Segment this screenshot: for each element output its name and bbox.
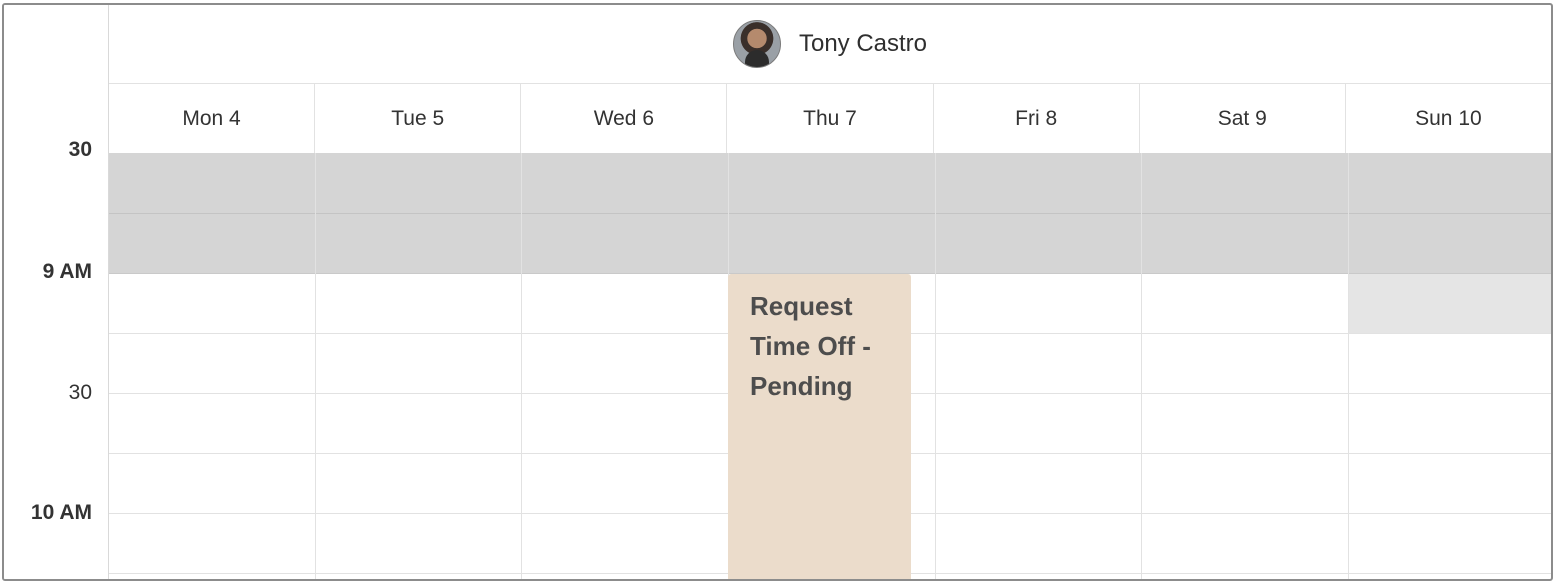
user-header: Tony Castro [109,5,1551,84]
day-column-mon[interactable] [109,153,316,579]
day-column-tue[interactable] [316,153,522,579]
day-column-wed[interactable] [522,153,729,579]
time-gutter: 30 9 AM 30 10 AM [4,5,108,579]
day-header-fri[interactable]: Fri 8 [934,84,1140,153]
schedule-calendar: 30 9 AM 30 10 AM Tony Castro Mon 4 Tue 5… [2,3,1553,581]
user-avatar-icon[interactable] [732,20,781,68]
time-label-930: 30 [68,381,92,404]
day-headers: Mon 4 Tue 5 Wed 6 Thu 7 Fri 8 Sat 9 Sun … [109,84,1551,153]
day-header-sun[interactable]: Sun 10 [1346,84,1551,153]
day-header-tue[interactable]: Tue 5 [315,84,522,153]
day-column-sat[interactable] [1142,153,1349,579]
day-header-sat[interactable]: Sat 9 [1140,84,1346,153]
day-header-mon[interactable]: Mon 4 [109,84,316,153]
time-grid[interactable]: Request Time Off - Pending [109,153,1551,579]
time-label-10am: 10 AM [30,501,92,524]
day-header-thu[interactable]: Thu 7 [727,84,934,153]
time-label-830: 30 [68,138,92,161]
time-off-event[interactable]: Request Time Off - Pending [728,274,911,579]
user-name: Tony Castro [798,30,928,57]
event-title: Request Time Off - Pending [750,291,871,401]
day-header-wed[interactable]: Wed 6 [521,84,728,153]
time-label-9am: 9 AM [42,260,92,283]
day-column-fri[interactable] [936,153,1142,579]
sun-unavailable-slot [1349,274,1551,333]
